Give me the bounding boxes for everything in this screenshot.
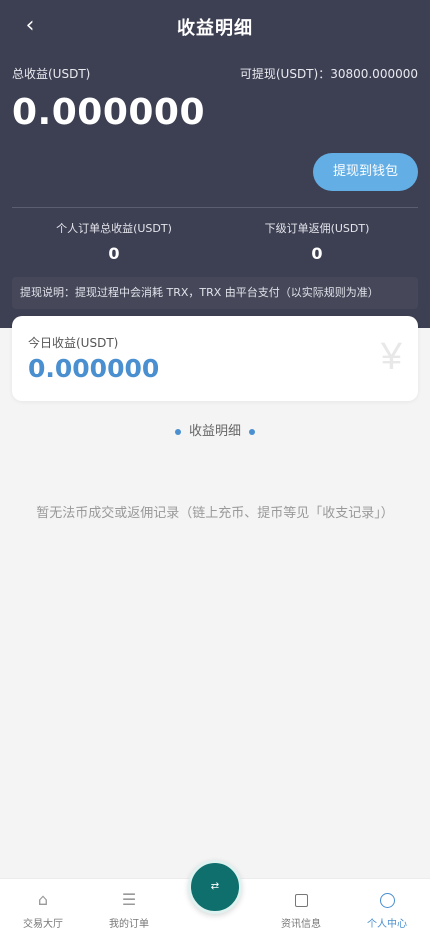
tab-label: 交易大厅 bbox=[23, 919, 63, 930]
page-title: 收益明细 bbox=[177, 18, 253, 39]
circle-user-icon bbox=[379, 893, 395, 908]
tab-my-orders[interactable]: ☰ 我的订单 bbox=[86, 879, 172, 932]
tab-label: 我的订单 bbox=[109, 919, 149, 930]
navigation-bar: ‹ 收益明细 bbox=[0, 0, 430, 54]
list-icon: ☰ bbox=[121, 890, 137, 909]
sub-order-commission: 下级订单返佣(USDT) 0 bbox=[217, 220, 417, 263]
tab-label: 资讯信息 bbox=[281, 919, 321, 930]
tab-trading-hall[interactable]: ⌂ 交易大厅 bbox=[0, 879, 86, 932]
square-icon bbox=[294, 894, 308, 907]
square-icon-wrap bbox=[258, 891, 344, 909]
personal-order-earnings: 个人订单总收益(USDT) 0 bbox=[14, 220, 214, 263]
personal-order-earnings-value: 0 bbox=[108, 244, 120, 263]
withdraw-notice: 提现说明：提现过程中会消耗 TRX，TRX 由平台支付（以实际规则为准） bbox=[12, 277, 418, 309]
tab-label: 个人中心 bbox=[367, 919, 407, 930]
bullet-dot bbox=[249, 428, 255, 435]
tab-personal-center[interactable]: 个人中心 bbox=[344, 879, 430, 932]
today-earnings-card: 今日收益(USDT) 0.000000 ¥ bbox=[12, 316, 418, 401]
total-earnings-label: 总收益(USDT) bbox=[12, 67, 91, 81]
today-earnings-value: 0.000000 bbox=[28, 354, 160, 383]
sub-order-commission-label: 下级订单返佣(USDT) bbox=[264, 222, 370, 235]
circle-user-icon-wrap bbox=[344, 891, 430, 909]
sub-order-commission-value: 0 bbox=[311, 244, 323, 263]
home-icon: ⌂ bbox=[37, 890, 49, 909]
withdraw-to-wallet-button[interactable]: 提现到钱包 bbox=[313, 153, 418, 191]
empty-state-message: 暂无法币成交或返佣记录（链上充币、提币等见「收支记录」） bbox=[36, 506, 394, 521]
yen-icon: ¥ bbox=[380, 336, 402, 378]
summary-panel: ‹ 收益明细 总收益(USDT) 可提现(USDT)：30800.000000 … bbox=[0, 0, 430, 328]
tab-news[interactable]: 资讯信息 bbox=[258, 879, 344, 932]
section-title: 收益明细 bbox=[188, 424, 241, 439]
bullet-dot bbox=[174, 428, 181, 435]
section-header: 收益明细 bbox=[0, 420, 430, 439]
personal-order-earnings-label: 个人订单总收益(USDT) bbox=[56, 222, 172, 235]
withdrawable-label: 可提现(USDT)：30800.000000 bbox=[239, 67, 418, 81]
total-earnings-value: 0.000000 bbox=[12, 92, 206, 133]
divider bbox=[12, 207, 418, 208]
today-earnings-label: 今日收益(USDT) bbox=[28, 336, 119, 350]
exchange-icon[interactable]: ⇄ bbox=[188, 860, 242, 914]
